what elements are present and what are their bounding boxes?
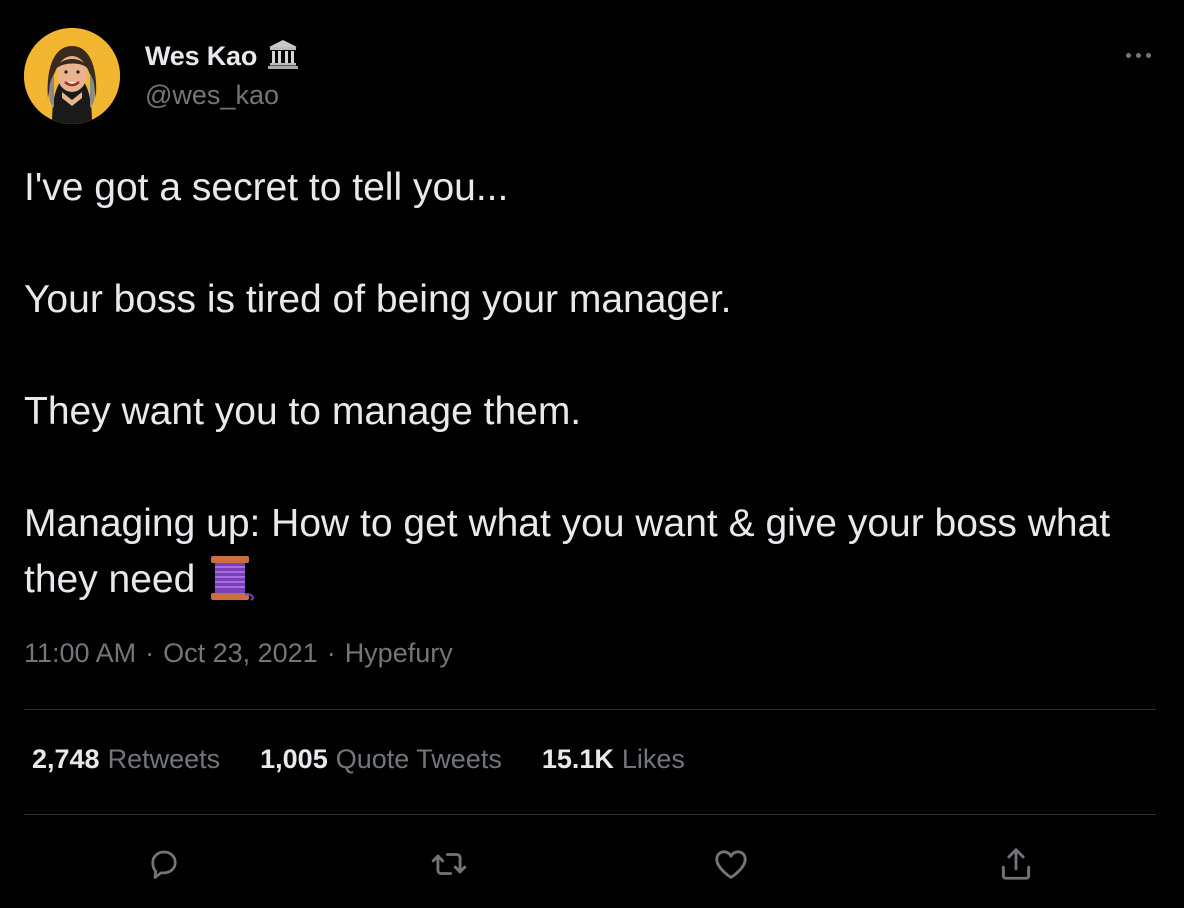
tweet-meta: 11:00 AM · Oct 23, 2021 · Hypefury [24,638,453,669]
share-button[interactable] [992,840,1040,888]
display-name[interactable]: Wes Kao [145,41,257,72]
separator: · [326,638,336,668]
retweet-button[interactable] [425,840,473,888]
handle[interactable]: @wes_kao [145,80,279,111]
stat-value: 2,748 [32,744,100,774]
tweet-line: Managing up: How to get what you want & … [24,502,1111,601]
tweet-date[interactable]: Oct 23, 2021 [163,638,318,668]
dot [1145,52,1151,58]
stat-value: 15.1K [541,744,614,774]
stat-label: Quote Tweets [335,744,502,774]
classical-building-icon [267,38,299,75]
more-options-icon[interactable] [1118,40,1158,70]
author-name-row: Wes Kao [145,38,299,75]
tweet-time[interactable]: 11:00 AM [24,638,136,668]
stat-label: Retweets [107,744,221,774]
divider [24,709,1156,710]
thread-spool-icon [209,554,255,618]
retweets-stat[interactable]: 2,748 Retweets [32,744,220,775]
tweet-line: Your boss is tired of being your manager… [24,278,732,321]
likes-stat[interactable]: 15.1K Likes [542,744,685,775]
separator: · [145,638,155,668]
tweet-line-last: Managing up: How to get what you want & … [24,496,1144,618]
tweet-stats: 2,748 Retweets 1,005 Quote Tweets 15.1K Lik… [32,744,725,775]
retweet-icon [431,853,467,875]
tweet-source[interactable]: Hypefury [345,638,453,668]
dot [1125,52,1131,58]
dot [1135,52,1141,58]
reply-icon [151,850,177,879]
stat-value: 1,005 [260,744,328,774]
avatar[interactable] [24,28,120,124]
share-icon [1001,848,1031,880]
like-icon [715,850,747,879]
tweet-line: They want you to manage them. [24,390,582,433]
tweet-line: I've got a secret to tell you... [24,166,509,209]
like-button[interactable] [707,840,755,888]
divider [24,814,1156,815]
quote-tweets-stat[interactable]: 1,005 Quote Tweets [260,744,502,775]
stat-label: Likes [621,744,685,774]
reply-button[interactable] [140,840,188,888]
tweet-text: I've got a secret to tell you... Your bo… [24,160,1144,618]
